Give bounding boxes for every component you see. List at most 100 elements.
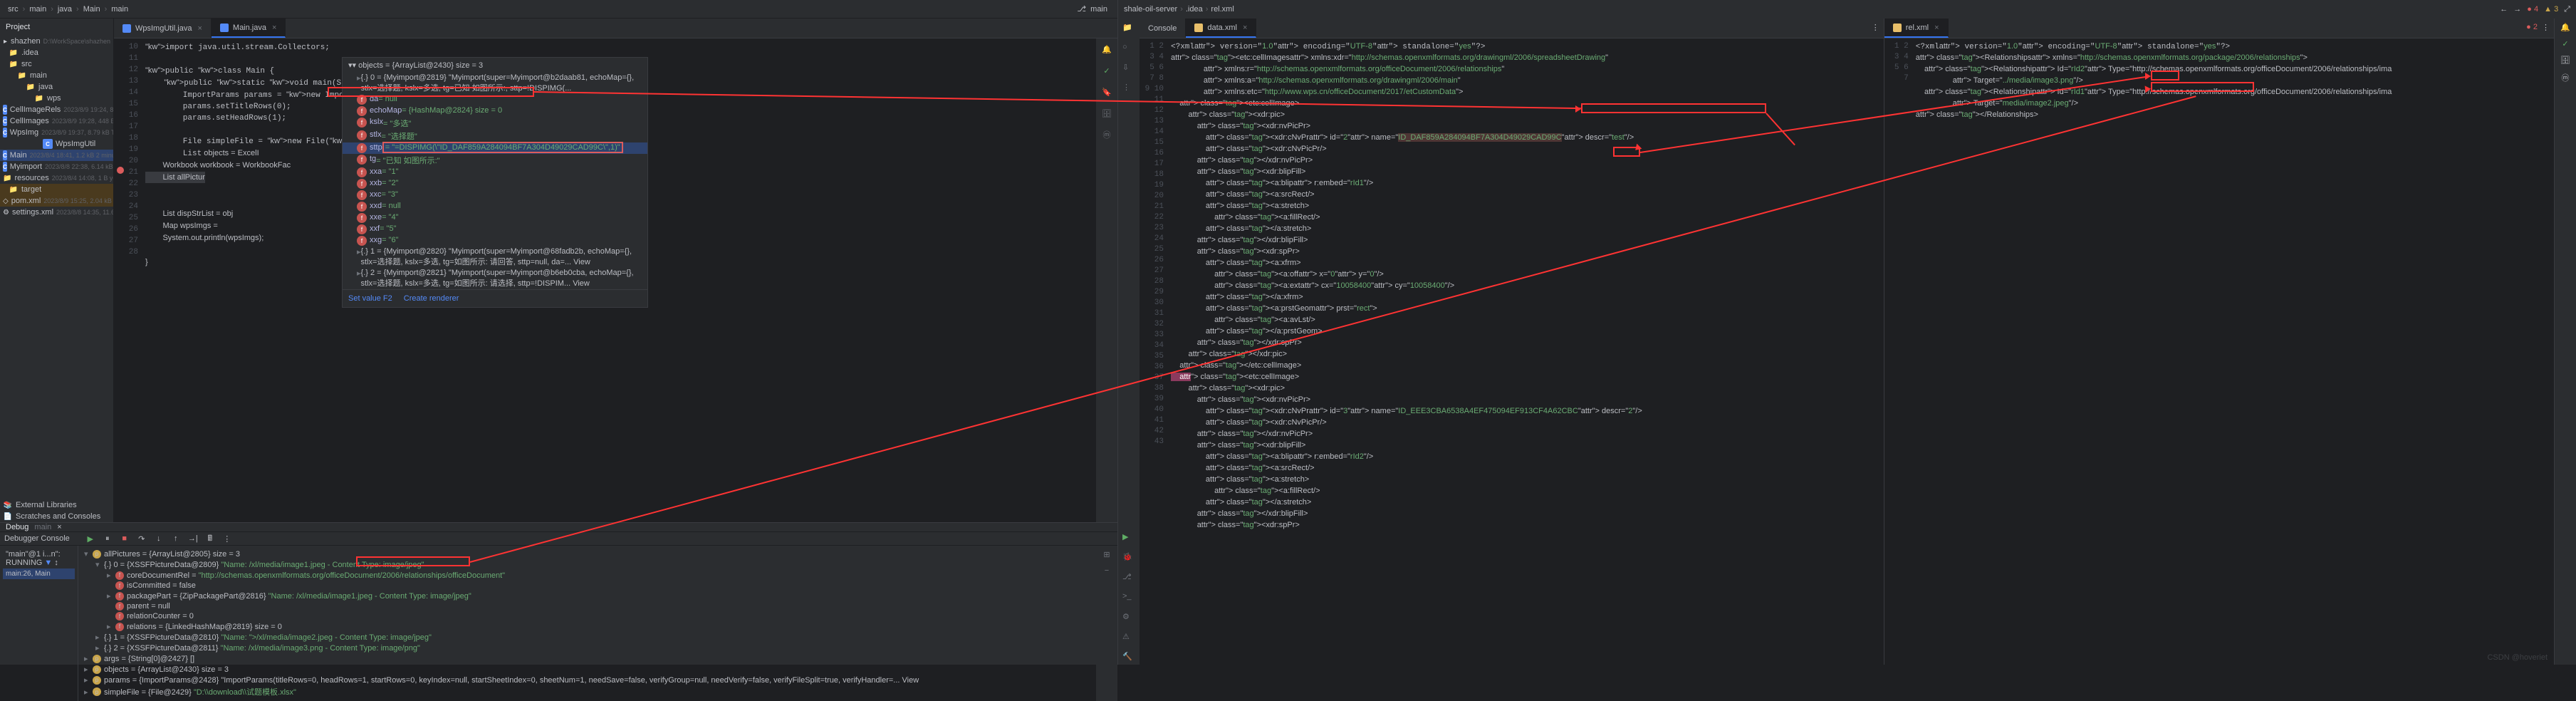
debug-var-row[interactable]: fsttp = "=DISPIMG(\"ID_DAF859A284094BF7A…	[343, 142, 647, 154]
tree-item[interactable]: 📁wps	[0, 93, 113, 104]
breakpoint-icon[interactable]	[117, 167, 124, 174]
xml-code[interactable]: <?xmlattr"> version="1.0"attr"> encoding…	[1168, 38, 1870, 665]
debug-var-row[interactable]: fxxf = "5"	[343, 224, 647, 235]
tree-root[interactable]: ▸shazhenD:\WorkSpace\shazhen	[0, 36, 113, 47]
evaluate-button[interactable]: 🖩	[204, 532, 217, 545]
debug-var-row[interactable]: fechoMap = {HashMap@2824} size = 0	[343, 105, 647, 117]
debug-var-row[interactable]: fstlx = "选择题"	[343, 130, 647, 142]
debug-var-row[interactable]: fxxe = "4"	[343, 212, 647, 224]
debug-var-row[interactable]: fxxb = "2"	[343, 178, 647, 189]
set-value-link[interactable]: Set value F2	[348, 294, 392, 303]
console-tab[interactable]: Console	[41, 534, 69, 543]
database-icon[interactable]: 🗄	[1100, 107, 1113, 120]
run-to-cursor-button[interactable]: →|	[187, 532, 199, 545]
variable-row[interactable]: ▸pparams = {ImportParams@2428} "ImportPa…	[81, 675, 1093, 685]
pull-icon[interactable]: ⇩	[1122, 63, 1135, 76]
notifications-icon[interactable]: 🔔	[2560, 23, 2570, 32]
close-icon[interactable]: ×	[272, 24, 276, 32]
tree-item[interactable]: ◇pom.xml2023/8/9 15:25, 2.04 kB 4 minute…	[0, 195, 113, 207]
tree-item[interactable]: 📁src	[0, 58, 113, 70]
step-out-button[interactable]: ↑	[170, 532, 182, 545]
debug-var-row[interactable]: fxxc = "3"	[343, 189, 647, 201]
variable-row[interactable]: ▾{.} 0 = {XSSFPictureData@2809} "Name: /…	[81, 559, 1093, 570]
variable-row[interactable]: ▸{.} 1 = {XSSFPictureData@2810} "Name: "…	[81, 632, 1093, 643]
variable-row[interactable]: ▾pallPictures = {ArrayList@2805} size = …	[81, 549, 1093, 559]
tree-item[interactable]: 📁target	[0, 184, 113, 195]
crumb[interactable]: src	[8, 5, 19, 14]
resume-button[interactable]: ▶	[84, 532, 97, 545]
debug-var-row[interactable]: fxxa = "1"	[343, 167, 647, 178]
step-over-button[interactable]: ↷	[135, 532, 148, 545]
crumb[interactable]: rel.xml	[1211, 5, 1234, 14]
debug-var-row[interactable]: ▸ {.} 2 = {Myimport@2821} "Myimport(supe…	[343, 268, 647, 289]
debugger-tab[interactable]: Debugger	[4, 534, 38, 543]
console-tab[interactable]: Console	[1140, 19, 1186, 38]
tree-item[interactable]: CMyimport2023/8/8 22:38, 6.14 kB Yesterd…	[0, 161, 113, 172]
editor-tab[interactable]: WpsImgUtil.java×	[114, 19, 212, 38]
debug-var-row[interactable]: ▸ {.} 1 = {Myimport@2820} "Myimport(supe…	[343, 246, 647, 268]
commit-icon[interactable]: ○	[1122, 43, 1135, 56]
build-icon[interactable]: 🔨	[1122, 652, 1135, 665]
crumb[interactable]: shale-oil-server	[1124, 5, 1177, 14]
more-tabs-icon[interactable]: ⋮	[1867, 19, 1884, 38]
tree-item[interactable]: 📁.idea	[0, 47, 113, 58]
services-icon[interactable]: ⚙	[1122, 612, 1135, 625]
crumb[interactable]: .idea	[1186, 5, 1203, 14]
close-icon[interactable]: ×	[197, 24, 202, 33]
variable-row[interactable]: ▸fcoreDocumentRel = "http://schemas.open…	[81, 570, 1093, 581]
rel-xml-tab[interactable]: rel.xml×	[1884, 19, 1949, 38]
git-icon[interactable]: ⎇	[1122, 572, 1135, 585]
xml-minimap[interactable]	[1870, 38, 1884, 665]
fwd-icon[interactable]: →	[2513, 5, 2521, 14]
back-icon[interactable]: ←	[2500, 5, 2508, 14]
terminal-icon[interactable]: >_	[1122, 592, 1135, 605]
variable-row[interactable]: ▸psimpleFile = {File@2429} "D:\\download…	[81, 685, 1093, 698]
variable-row[interactable]: ▸fpackagePart = {ZipPackagePart@2816} "N…	[81, 591, 1093, 601]
crumb[interactable]: Main	[83, 5, 100, 14]
debug-var-row[interactable]: fxxg = "6"	[343, 235, 647, 246]
close-icon[interactable]: ×	[1934, 24, 1939, 32]
expand-icon[interactable]: ⤢	[2564, 5, 2570, 14]
tree-item[interactable]: CWpsImgUtil	[0, 138, 113, 150]
thread-label[interactable]: "main"@1 i...n": RUNNING ▼ ↕	[3, 549, 75, 568]
variable-row[interactable]: frelationCounter = 0	[81, 611, 1093, 621]
external-libraries[interactable]: 📚External Libraries	[0, 499, 113, 511]
pause-button[interactable]: ⏸	[101, 532, 114, 545]
scratches[interactable]: 📄Scratches and Consoles	[0, 511, 113, 522]
layout-icon[interactable]: ⊞	[1103, 550, 1110, 559]
crumb[interactable]: main	[111, 5, 128, 14]
crumb[interactable]: java	[58, 5, 72, 14]
git-branch[interactable]: ⎇ main	[1077, 4, 1110, 14]
variable-row[interactable]: ▸pargs = {String[0]@2427} []	[81, 653, 1093, 664]
create-renderer-link[interactable]: Create renderer	[404, 294, 459, 303]
crumb[interactable]: main	[29, 5, 46, 14]
bookmark-icon[interactable]: 🔖	[1100, 85, 1113, 98]
notifications-icon[interactable]: 🔔	[1100, 43, 1113, 56]
variable-row[interactable]: ▸frelations = {LinkedHashMap@2819} size …	[81, 621, 1093, 632]
code-minimap[interactable]	[1075, 38, 1096, 522]
variable-row[interactable]: ▸pobjects = {ArrayList@2430} size = 3	[81, 664, 1093, 675]
minus-icon[interactable]: −	[1105, 566, 1109, 575]
tree-item[interactable]: CWpsImg2023/8/9 19:37, 8.79 kB Today 14:…	[0, 127, 113, 138]
debug-var-row[interactable]: fxxd = null	[343, 201, 647, 212]
debug-icon[interactable]: 🐞	[1122, 552, 1135, 565]
xml-minimap[interactable]	[2540, 38, 2554, 665]
run-icon[interactable]: ▶	[1122, 532, 1135, 545]
run-config[interactable]: main	[34, 523, 51, 531]
tree-item[interactable]: 📁java	[0, 81, 113, 93]
editor-tab[interactable]: Main.java×	[212, 19, 286, 38]
tree-item[interactable]: 📁main	[0, 70, 113, 81]
problems-icon[interactable]: ⚠	[1122, 632, 1135, 645]
variable-row[interactable]: fparent = null	[81, 601, 1093, 611]
project-tree[interactable]: ▸shazhenD:\WorkSpace\shazhen📁.idea📁src📁m…	[0, 36, 113, 499]
tree-item[interactable]: 📁resources2023/8/4 14:08, 1 B yesterday …	[0, 172, 113, 184]
variable-row[interactable]: ▸{.} 2 = {XSSFPictureData@2811} "Name: /…	[81, 643, 1093, 653]
variables-panel[interactable]: ▾pallPictures = {ArrayList@2805} size = …	[78, 546, 1096, 701]
variable-row[interactable]: fisCommitted = false	[81, 581, 1093, 591]
more-tabs-icon[interactable]: ⋮	[2542, 23, 2550, 33]
tree-item[interactable]: CMain2023/8/4 18:41, 1.2 kB 2 minutes ag…	[0, 150, 113, 161]
more-button[interactable]: ⋮	[221, 532, 234, 545]
close-icon[interactable]: ×	[57, 523, 61, 531]
debug-var-row[interactable]: ftg = "已知 如图所示:"	[343, 154, 647, 167]
warning-badge[interactable]: ▲ 3	[2544, 5, 2558, 14]
